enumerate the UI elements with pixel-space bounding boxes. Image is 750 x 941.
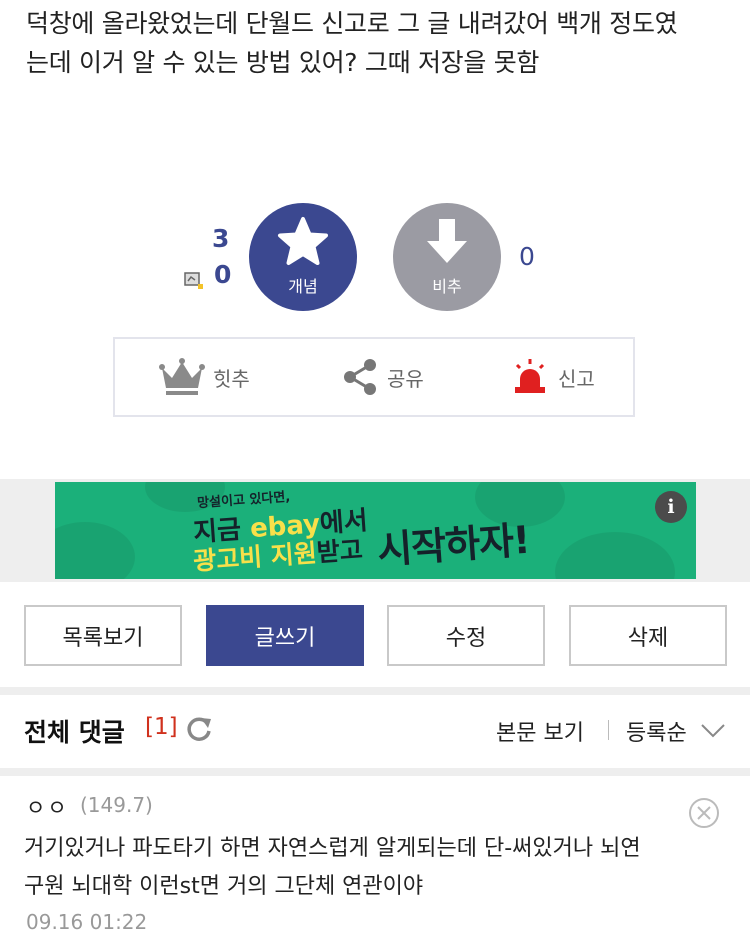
comment-author: ㅇㅇ	[26, 796, 69, 820]
fixed-recommend-count: 0	[214, 260, 232, 289]
arrow-down-icon	[427, 219, 467, 263]
comment-ip: (149.7)	[80, 793, 153, 817]
vote-area: 3 0 개념 비추 0	[0, 200, 750, 315]
sort-dropdown[interactable]: 등록순	[626, 715, 687, 747]
delete-comment-icon[interactable]	[688, 797, 720, 829]
downvote-label: 비추	[432, 277, 462, 296]
coin-decoration	[55, 522, 135, 579]
post-line: 는데 이거 알 수 있는 방법 있어? 그때 저장을 못함	[26, 48, 540, 77]
hit-recommend-button[interactable]: 힛추	[159, 339, 250, 415]
delete-button[interactable]: 삭제	[569, 605, 727, 666]
comment-line: 거기있거나 파도타기 하면 자연스럽게 알게되는데 단-써있거나 뇌연	[24, 836, 641, 861]
downvote-button[interactable]: 비추	[393, 203, 501, 311]
fixed-reco-icon	[184, 272, 203, 289]
header-separator	[608, 720, 609, 740]
refresh-icon[interactable]	[185, 715, 213, 743]
action-box: 힛추 공유 신고	[113, 337, 635, 417]
comments-count: [1]	[145, 714, 178, 740]
view-body-button[interactable]: 본문 보기	[496, 715, 584, 747]
comments-title: 전체 댓글	[24, 718, 125, 747]
list-button[interactable]: 목록보기	[24, 605, 182, 666]
section-divider	[0, 768, 750, 776]
star-icon	[278, 217, 328, 265]
hit-label: 힛추	[213, 366, 250, 391]
post-line: 덕창에 올라왔었는데 단월드 신고로 그 글 내려갔어 백개 정도였	[26, 9, 678, 38]
chevron-down-icon[interactable]	[700, 723, 726, 739]
edit-button[interactable]: 수정	[387, 605, 545, 666]
comment-date: 09.16 01:22	[26, 910, 148, 934]
downvote-count: 0	[519, 242, 535, 271]
upvote-label: 개념	[288, 277, 318, 296]
recommend-count: 3	[212, 224, 230, 253]
ad-text-part: 받고	[315, 535, 364, 568]
siren-icon	[515, 359, 545, 393]
comment-body: 거기있거나 파도타기 하면 자연스럽게 알게되는데 단-써있거나 뇌연 구원 뇌…	[24, 830, 734, 906]
ad-image[interactable]: 망설이고 있다면, 지금 ebay에서 광고비 지원받고 시작하자! i	[55, 482, 696, 579]
share-button[interactable]: 공유	[341, 339, 424, 415]
ad-info-icon[interactable]: i	[655, 491, 687, 523]
ad-banner: 망설이고 있다면, 지금 ebay에서 광고비 지원받고 시작하자! i	[0, 479, 750, 582]
report-button[interactable]: 신고	[510, 339, 595, 415]
report-label: 신고	[558, 366, 595, 391]
share-icon	[344, 359, 376, 395]
comments-header: 전체 댓글 [1] 본문 보기 등록순	[0, 695, 750, 768]
upvote-button[interactable]: 개념	[249, 203, 357, 311]
write-button[interactable]: 글쓰기	[206, 605, 364, 666]
post-button-row: 목록보기 글쓰기 수정 삭제	[0, 605, 750, 666]
ad-text-highlight: 광고비 지원	[192, 538, 318, 576]
coin-decoration	[555, 532, 675, 579]
post-body: 덕창에 올라왔었는데 단월드 신고로 그 글 내려갔어 백개 정도였 는데 이거…	[26, 4, 726, 82]
comment-line: 구원 뇌대학 이런st면 거의 그단체 연관이야	[24, 874, 424, 899]
section-divider	[0, 687, 750, 695]
ad-text-headline: 시작하자!	[375, 517, 531, 573]
crown-icon	[159, 358, 205, 395]
share-label: 공유	[387, 366, 424, 391]
comment-item: ㅇㅇ (149.7) 거기있거나 파도타기 하면 자연스럽게 알게되는데 단-써…	[0, 776, 750, 941]
